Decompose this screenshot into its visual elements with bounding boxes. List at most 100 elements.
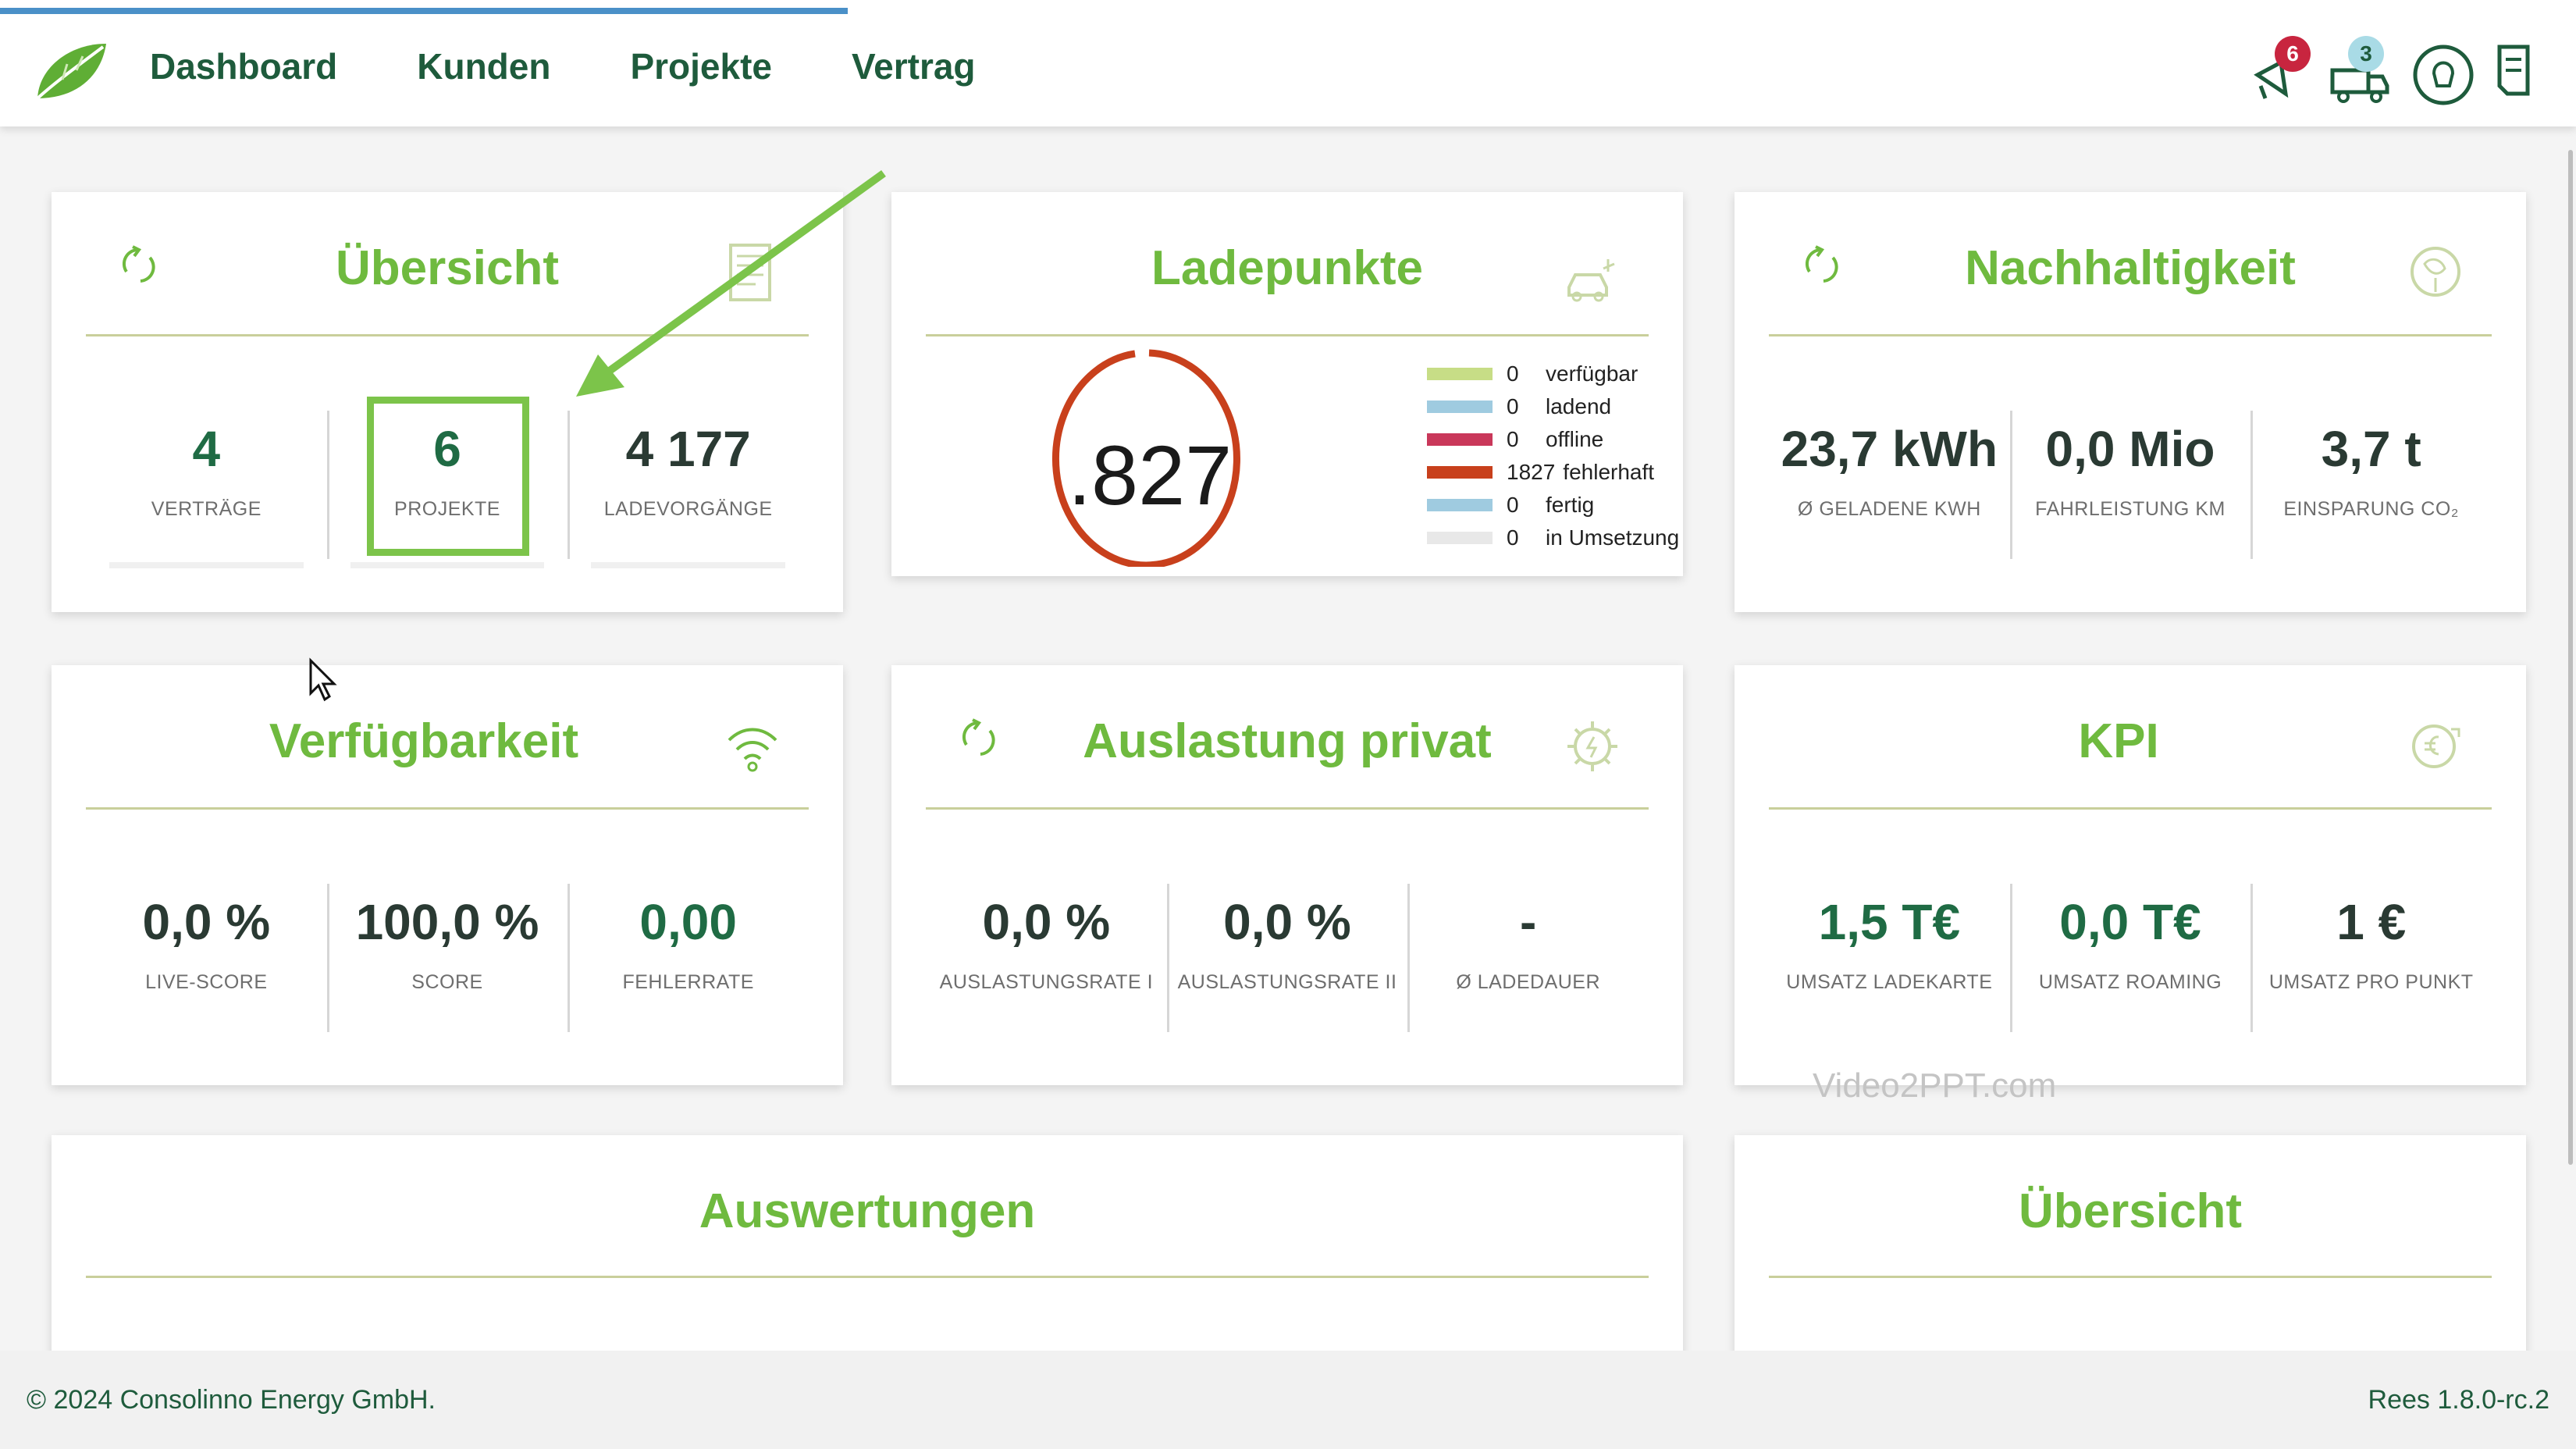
ladepunkte-legend: 0 verfügbar 0 ladend 0 offline 1827 fehl… bbox=[1427, 358, 1679, 554]
metric-label: Ø GELADENE KWH bbox=[1797, 498, 1981, 520]
card-title: Verfügbarkeit bbox=[269, 714, 579, 768]
metric-value: - bbox=[1520, 894, 1537, 950]
wifi-icon bbox=[728, 728, 777, 772]
metric-label: AUSLASTUNGSRATE II bbox=[1177, 971, 1397, 993]
legend-swatch bbox=[1427, 499, 1493, 511]
metric-vertraege[interactable]: 4 VERTRÄGE bbox=[86, 411, 327, 568]
legend-count: 0 bbox=[1507, 493, 1519, 517]
metric-ladevorgaenge[interactable]: 4 177 LADEVORGÄNGE bbox=[568, 411, 809, 568]
metric-underline bbox=[109, 562, 304, 568]
annotation-arrow-icon bbox=[576, 169, 886, 397]
legend-label: verfügbar bbox=[1546, 361, 1638, 386]
metrics-row: 1,5 T€ UMSATZ LADEKARTE 0,0 T€ UMSATZ RO… bbox=[1769, 884, 2492, 1040]
metric-auslastungsrate-2[interactable]: 0,0 % AUSLASTUNGSRATE II bbox=[1166, 884, 1408, 1040]
metric-einsparung-co2[interactable]: 3,7 t EINSPARUNG CO₂ bbox=[2250, 411, 2492, 567]
legend-label: ladend bbox=[1546, 394, 1612, 418]
mouse-cursor-icon bbox=[309, 657, 337, 702]
notifications-badge: 6 bbox=[2275, 36, 2311, 72]
legend-row: 0 fertig bbox=[1427, 489, 1679, 522]
metric-umsatz-ladekarte[interactable]: 1,5 T€ UMSATZ LADEKARTE bbox=[1769, 884, 2010, 1040]
watermark: Video2PPT.com bbox=[1813, 1066, 2057, 1105]
shipping-button[interactable]: 3 bbox=[2325, 31, 2395, 109]
card-divider bbox=[1769, 807, 2492, 810]
card-uebersicht-secondary: Übersicht bbox=[1735, 1135, 2526, 1369]
metric-value: 0,00 bbox=[639, 894, 737, 950]
metric-label: Ø LADEDAUER bbox=[1456, 971, 1601, 993]
legend-swatch bbox=[1427, 433, 1493, 446]
card-auslastung-privat: Auslastung privat 0,0 % AUSLASTUNGSRATE … bbox=[891, 665, 1683, 1085]
metric-label: SCORE bbox=[411, 971, 483, 993]
metric-value: 23,7 kWh bbox=[1781, 421, 1998, 477]
legend-count: 1827 bbox=[1507, 460, 1556, 484]
metric-value: 0,0 T€ bbox=[2059, 894, 2201, 950]
metric-underline bbox=[350, 562, 545, 568]
card-title: KPI bbox=[2078, 714, 2159, 768]
metric-label: VERTRÄGE bbox=[151, 498, 262, 520]
metric-value: 1 € bbox=[2336, 894, 2407, 950]
user-avatar-icon bbox=[2413, 45, 2474, 105]
leaf-logo-icon[interactable] bbox=[31, 36, 109, 106]
legend-label: fertig bbox=[1546, 493, 1595, 517]
metric-label: LIVE-SCORE bbox=[145, 971, 268, 993]
eco-globe-icon bbox=[2411, 247, 2460, 297]
metric-fehlerrate[interactable]: 0,00 FEHLERRATE bbox=[568, 884, 809, 1040]
metric-fahrleistung[interactable]: 0,0 Mio FAHRLEISTUNG KM bbox=[2009, 411, 2251, 567]
legend-count: 0 bbox=[1507, 427, 1519, 451]
metric-umsatz-pro-punkt[interactable]: 1 € UMSATZ PRO PUNKT bbox=[2250, 884, 2492, 1040]
metric-label: LADEVORGÄNGE bbox=[603, 498, 773, 520]
metric-value: 0,0 % bbox=[142, 894, 271, 950]
charging-car-icon bbox=[1567, 259, 1615, 302]
nav-vertrag[interactable]: Vertrag bbox=[852, 45, 976, 87]
legend-row: 0 verfügbar bbox=[1427, 358, 1679, 390]
legend-row: 1827 fehlerhaft bbox=[1427, 456, 1679, 489]
metric-label: AUSLASTUNGSRATE I bbox=[939, 971, 1154, 993]
card-kpi: KPI 1,5 T€ UMSATZ LADEKARTE 0,0 T€ UMSAT… bbox=[1735, 665, 2526, 1085]
legend-swatch bbox=[1427, 466, 1493, 479]
shipping-badge: 3 bbox=[2348, 36, 2384, 72]
nav-kunden[interactable]: Kunden bbox=[417, 45, 550, 87]
metrics-row: 0,0 % AUSLASTUNGSRATE I 0,0 % AUSLASTUNG… bbox=[926, 884, 1649, 1040]
top-navigation-bar: Dashboard Kunden Projekte Vertrag 6 3 bbox=[0, 0, 2576, 126]
card-title: Auswertungen bbox=[699, 1184, 1036, 1238]
card-divider bbox=[1769, 334, 2492, 336]
main-nav: Dashboard Kunden Projekte Vertrag bbox=[150, 45, 1055, 87]
document-icon bbox=[2497, 45, 2530, 96]
card-divider bbox=[86, 1276, 1649, 1278]
card-divider bbox=[926, 807, 1649, 810]
document-button[interactable] bbox=[2484, 31, 2554, 109]
metric-live-score[interactable]: 0,0 % LIVE-SCORE bbox=[86, 884, 327, 1040]
legend-swatch bbox=[1427, 401, 1493, 413]
card-divider bbox=[86, 807, 809, 810]
legend-row: 0 ladend bbox=[1427, 390, 1679, 423]
nav-projekte[interactable]: Projekte bbox=[630, 45, 772, 87]
card-verfuegbarkeit: Verfügbarkeit 0,0 % LIVE-SCORE 100,0 % S… bbox=[52, 665, 843, 1085]
projekte-highlight-box bbox=[367, 397, 529, 556]
legend-swatch bbox=[1427, 532, 1493, 544]
page-load-progress bbox=[0, 8, 848, 14]
footer-copyright: © 2024 Consolinno Energy GmbH. bbox=[27, 1385, 436, 1415]
page-scrollbar[interactable] bbox=[2568, 150, 2573, 1165]
metric-ladedauer[interactable]: - Ø LADEDAUER bbox=[1407, 884, 1649, 1040]
metric-value: 4 bbox=[192, 421, 221, 477]
metric-umsatz-roaming[interactable]: 0,0 T€ UMSATZ ROAMING bbox=[2009, 884, 2251, 1040]
metrics-row: 23,7 kWh Ø GELADENE KWH 0,0 Mio FAHRLEIS… bbox=[1769, 411, 2492, 567]
metric-value: 0,0 % bbox=[982, 894, 1111, 950]
nav-dashboard[interactable]: Dashboard bbox=[150, 45, 337, 87]
legend-label: fehlerhaft bbox=[1563, 460, 1655, 484]
user-account-button[interactable] bbox=[2407, 31, 2478, 109]
metric-label: UMSATZ LADEKARTE bbox=[1786, 971, 1993, 993]
metric-geladene-kwh[interactable]: 23,7 kWh Ø GELADENE KWH bbox=[1769, 411, 2010, 567]
legend-count: 0 bbox=[1507, 394, 1519, 418]
metric-auslastungsrate-1[interactable]: 0,0 % AUSLASTUNGSRATE I bbox=[926, 884, 1167, 1040]
card-divider bbox=[926, 334, 1649, 336]
legend-row: 0 offline bbox=[1427, 423, 1679, 456]
card-ladepunkte: Ladepunkte .827 0 verfügbar 0 ladend 0 o… bbox=[891, 192, 1683, 576]
card-auswertungen: Auswertungen bbox=[52, 1135, 1683, 1369]
metric-score[interactable]: 100,0 % SCORE bbox=[326, 884, 568, 1040]
header-icons: 6 3 bbox=[2242, 31, 2554, 109]
notifications-button[interactable]: 6 bbox=[2242, 31, 2312, 109]
metric-value: 1,5 T€ bbox=[1818, 894, 1961, 950]
legend-label: offline bbox=[1546, 427, 1604, 451]
legend-row: 0 in Umsetzung bbox=[1427, 522, 1679, 554]
footer: © 2024 Consolinno Energy GmbH. Rees 1.8.… bbox=[0, 1351, 2576, 1449]
